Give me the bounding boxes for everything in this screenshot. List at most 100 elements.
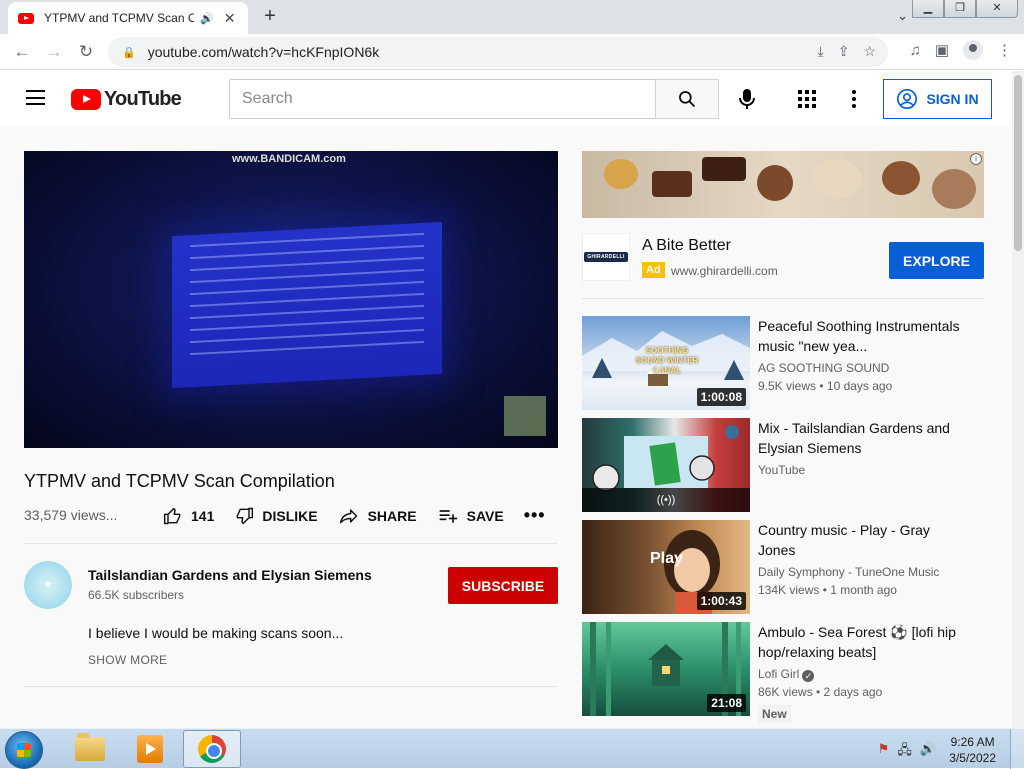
more-actions-icon[interactable]: ••• [524,505,546,526]
video-duration: 1:00:08 [696,388,746,406]
ad-explore-button[interactable]: EXPLORE [889,242,984,279]
channel-avatar[interactable]: ◉ [24,561,72,609]
system-clock[interactable]: 9:26 AM 3/5/2022 [949,734,996,766]
share-arrow-icon [339,508,357,523]
close-window-button[interactable]: ✕ [976,0,1018,18]
sign-in-button[interactable]: SIGN IN [883,79,992,119]
recommended-video[interactable]: SOOTHING SOUND WINTER CANAL 1:00:08 Peac… [582,316,984,410]
browser-menu-icon[interactable]: ⋮ [997,41,1012,59]
youtube-logo[interactable]: YouTube [71,88,182,111]
ad-info-icon[interactable]: i [970,153,982,165]
video-player[interactable]: www.BANDICAM.com [24,151,558,448]
new-tab-button[interactable]: + [260,5,280,28]
volume-icon[interactable]: 🔊 [920,741,936,763]
thumbnail-caption: Play [650,550,683,567]
youtube-favicon-icon [18,12,34,24]
view-count[interactable]: 33,579 views... [24,507,117,523]
apps-grid-icon[interactable] [795,87,819,111]
minimize-button[interactable]: ▁ [912,0,944,18]
channel-name-text: Lofi Girl [758,667,800,681]
playlist-add-icon [439,509,457,523]
install-app-icon[interactable]: ⤓ [818,43,824,60]
back-button[interactable]: ← [6,36,38,68]
recommended-video-title[interactable]: Mix - Tailslandian Gardens and Elysian S… [758,418,968,458]
save-label: SAVE [466,507,504,524]
recommended-video[interactable]: Play 1:00:43 Country music - Play - Gray… [582,520,984,614]
divider [582,298,984,299]
side-panel-icon[interactable]: ▣ [935,41,949,59]
video-thumbnail[interactable]: SOOTHING SOUND WINTER CANAL 1:00:08 [582,316,750,410]
hamburger-menu-icon[interactable] [26,90,45,105]
channel-name[interactable]: Tailslandian Gardens and Elysian Siemens [88,567,372,583]
share-button[interactable]: SHARE [338,506,417,526]
recommended-mix[interactable]: ((•)) Mix - Tailslandian Gardens and Ely… [582,418,984,512]
recommended-video-title[interactable]: Country music - Play - Gray Jones [758,520,968,560]
like-button[interactable]: 141 [163,506,214,526]
subscribe-button[interactable]: SUBSCRIBE [448,567,558,604]
ad-banner-image[interactable]: i [582,151,984,218]
media-control-icon[interactable]: ♫ [910,42,921,59]
ad-title[interactable]: A Bite Better [642,237,731,255]
settings-more-icon[interactable] [846,87,862,111]
share-page-icon[interactable]: ⇪ [838,43,850,60]
tab-search-chevron-icon[interactable]: ⌄ [897,8,908,24]
dislike-button[interactable]: DISLIKE [234,506,318,526]
action-center-flag-icon[interactable]: ⚑ [878,741,890,763]
show-more-button[interactable]: SHOW MORE [88,653,167,667]
reload-button[interactable]: ↻ [70,36,102,68]
taskbar-explorer[interactable] [61,730,119,768]
clock-date: 3/5/2022 [949,751,996,765]
verified-check-icon: ✓ [802,670,815,682]
thumbs-down-icon [236,507,254,524]
search-input[interactable] [242,90,655,108]
show-desktop-button[interactable] [1010,729,1024,769]
ad-advertiser-logo[interactable]: GHIRARDELLI [582,233,630,281]
address-bar[interactable]: 🔒 youtube.com/watch?v=hcKFnpION6k ⤓ ⇪ ☆ [108,37,888,67]
ad-badge: Ad [642,262,665,278]
recommended-video-title[interactable]: Ambulo - Sea Forest ⚽ [lofi hip hop/rela… [758,622,968,662]
taskbar-media-player[interactable] [121,730,179,768]
taskbar-chrome[interactable] [183,730,241,768]
page-scrollbar[interactable] [1012,71,1024,729]
lock-icon[interactable]: 🔒 [122,46,136,59]
media-player-icon [137,735,163,763]
profile-icon[interactable] [963,40,983,60]
recommended-video-channel[interactable]: Lofi Girl ✓ [758,667,815,682]
microphone-icon [739,89,755,109]
url-text[interactable]: youtube.com/watch?v=hcKFnpION6k [148,44,380,60]
search-icon [679,91,696,108]
recommended-video-title[interactable]: Peaceful Soothing Instrumentals music "n… [758,316,968,356]
start-button[interactable] [5,731,43,769]
browser-tab-strip: YTPMV and TCPMV Scan Co 🔊 ✕ + ⌄ ▁ ❐ ✕ [0,0,1024,34]
thumbnail-caption: SOOTHING SOUND WINTER CANAL [635,346,699,375]
watch-page: www.BANDICAM.com YTPMV and TCPMV Scan Co… [0,127,1012,728]
recommended-video-channel[interactable]: AG SOOTHING SOUND [758,361,889,375]
video-title: YTPMV and TCPMV Scan Compilation [24,471,335,491]
scrollbar-thumb[interactable] [1014,75,1022,251]
video-thumbnail[interactable]: 21:08 [582,622,750,716]
youtube-play-logo-icon [71,89,101,110]
recommended-video-channel: YouTube [758,463,806,477]
bookmark-star-icon[interactable]: ☆ [863,43,876,60]
search-box[interactable] [229,79,656,119]
divider [24,686,558,687]
forward-button[interactable]: → [38,36,70,68]
tab-close-icon[interactable]: ✕ [224,10,236,27]
tab-title: YTPMV and TCPMV Scan Co [44,11,194,25]
save-button[interactable]: SAVE [437,506,504,526]
clock-time: 9:26 AM [950,735,995,749]
video-thumbnail[interactable]: ((•)) [582,418,750,512]
chrome-icon [198,735,226,763]
recommended-video[interactable]: 21:08 Ambulo - Sea Forest ⚽ [lofi hip ho… [582,622,984,723]
browser-tab[interactable]: YTPMV and TCPMV Scan Co 🔊 ✕ [8,2,248,34]
share-label: SHARE [367,507,417,524]
voice-search-button[interactable] [731,83,763,115]
network-icon[interactable]: 🖧 [897,741,912,763]
video-thumbnail[interactable]: Play 1:00:43 [582,520,750,614]
maximize-button[interactable]: ❐ [944,0,976,18]
recommended-video-channel[interactable]: Daily Symphony - TuneOne Music [758,565,939,579]
thumbs-up-icon [163,507,181,524]
recommended-video-meta: 134K views • 1 month ago [758,583,897,597]
audio-playing-icon[interactable]: 🔊 [200,12,214,25]
search-button[interactable] [655,79,719,119]
